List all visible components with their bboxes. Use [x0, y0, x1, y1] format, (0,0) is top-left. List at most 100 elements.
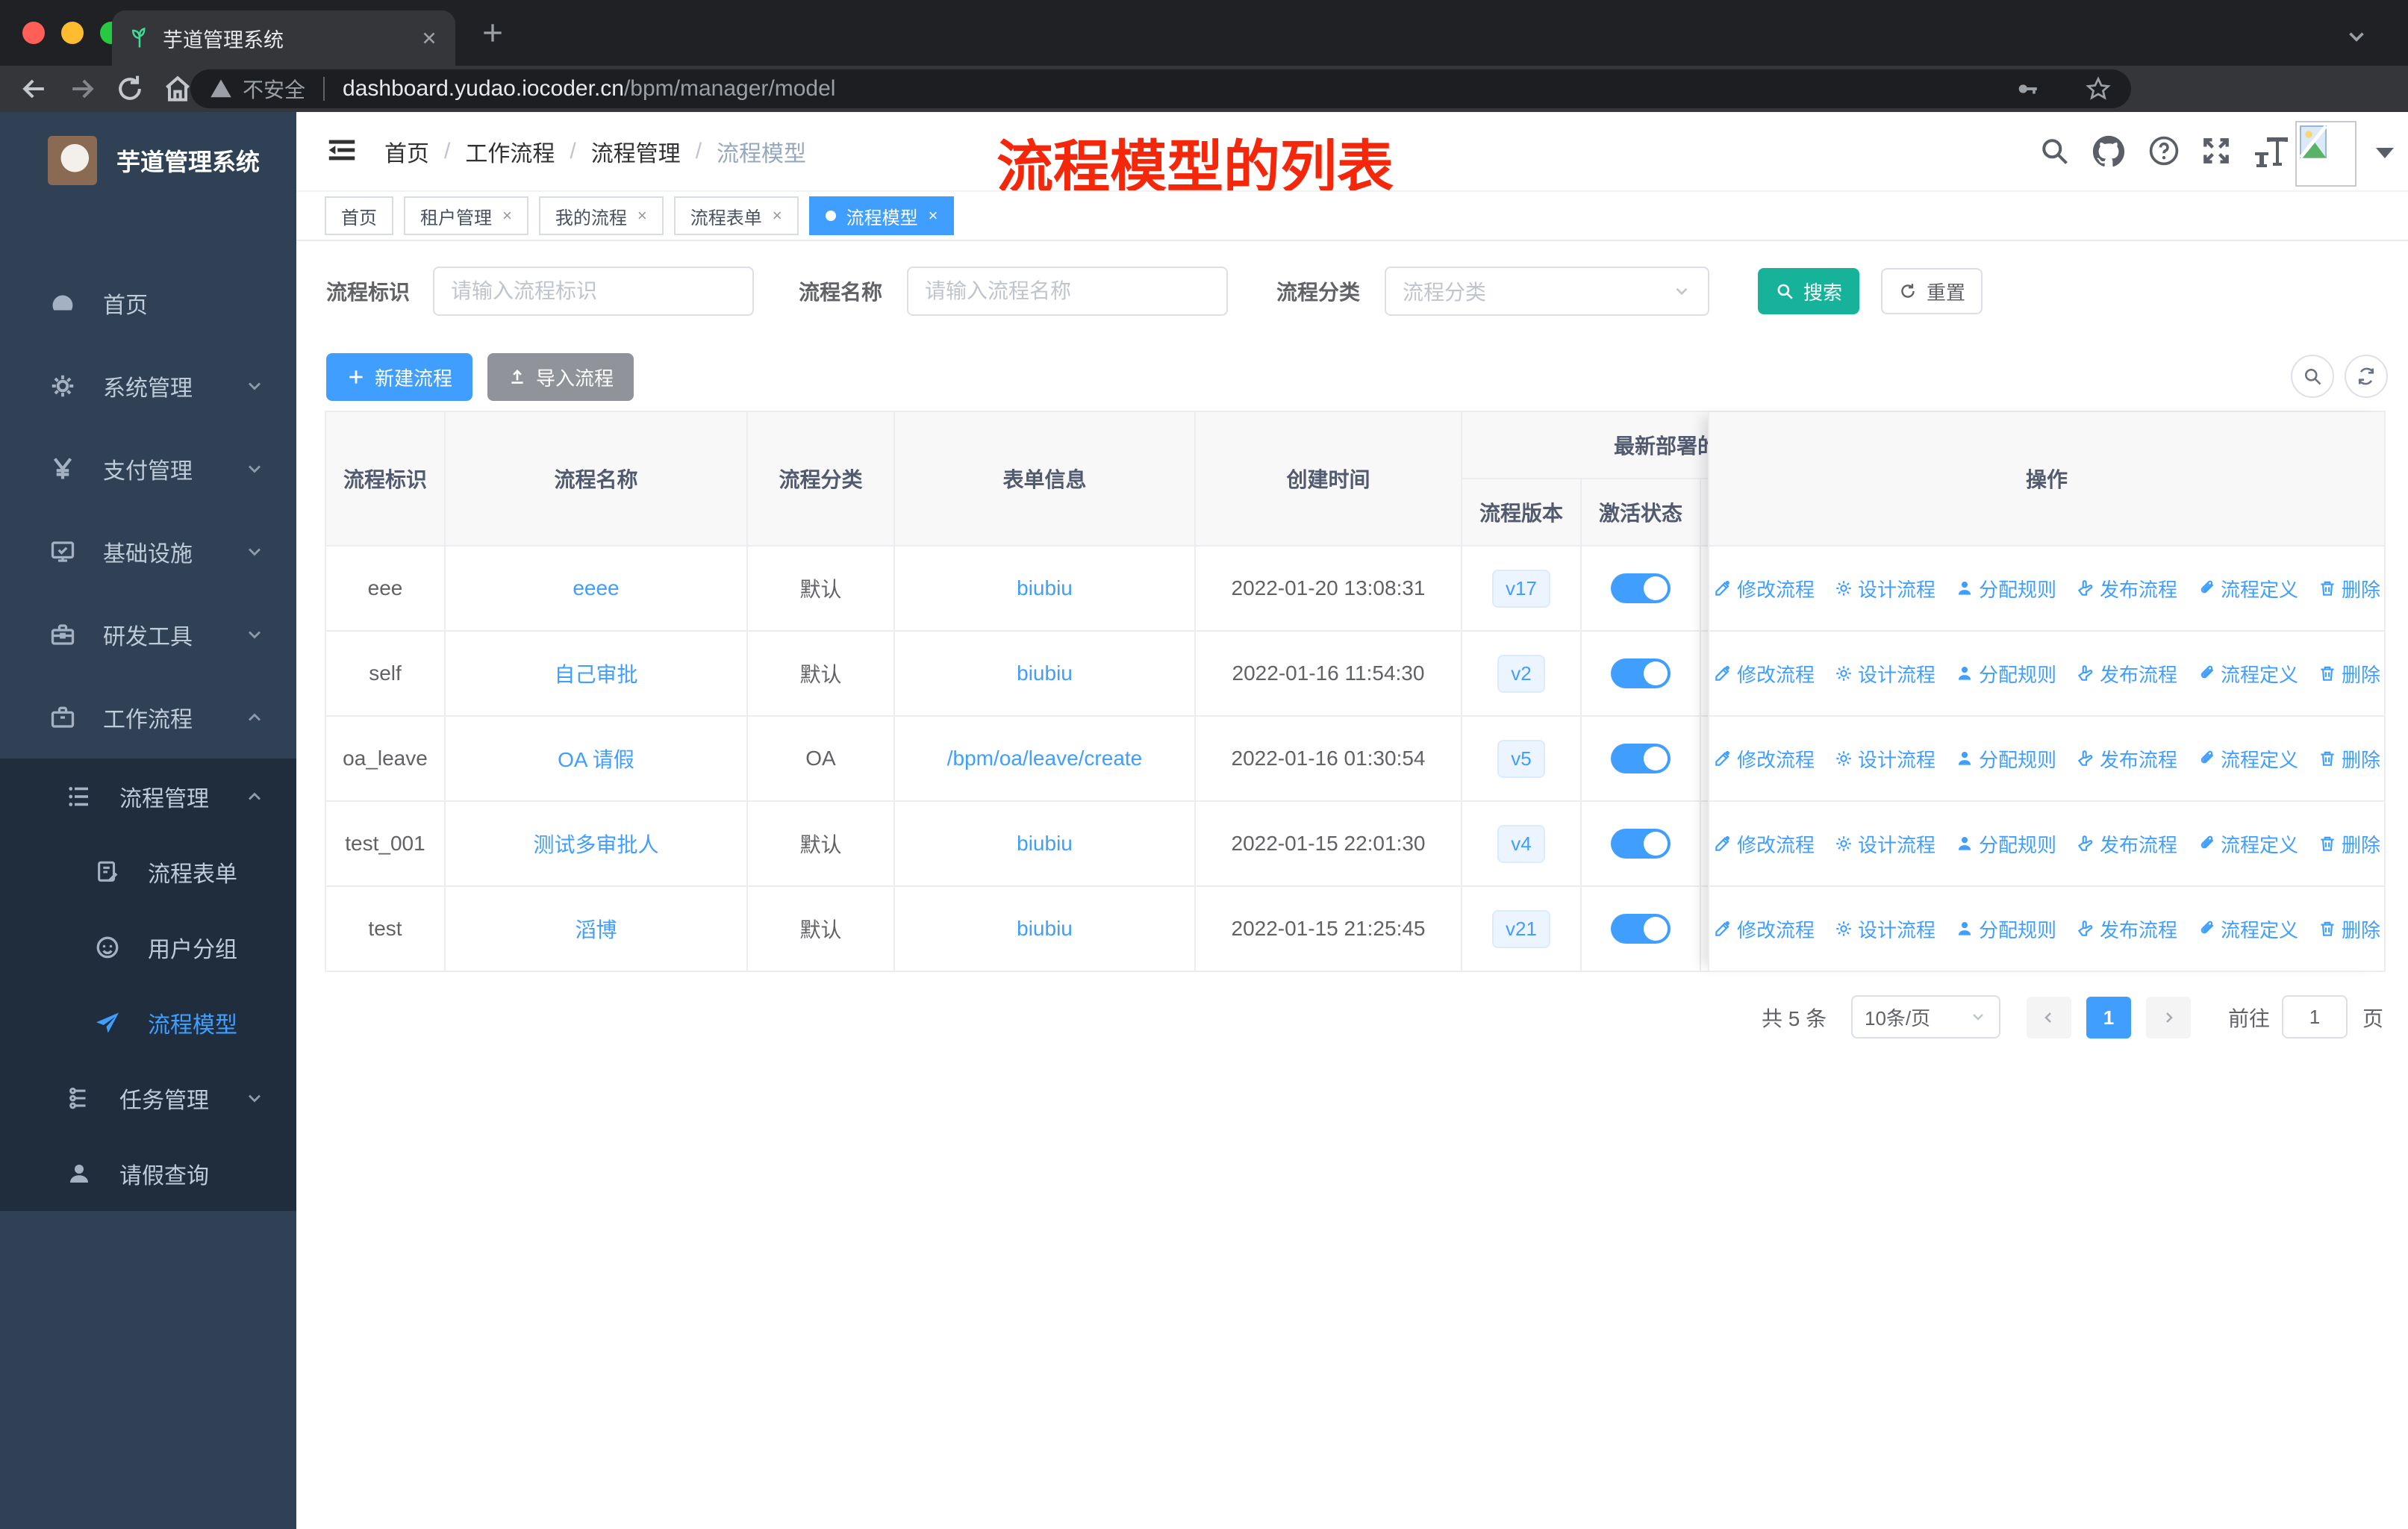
action-trash-link[interactable]: 删除 — [2318, 660, 2380, 688]
close-icon[interactable]: × — [773, 206, 782, 225]
create-model-button[interactable]: 新建流程 — [326, 353, 472, 401]
action-edit-link[interactable]: 修改流程 — [1713, 830, 1815, 858]
breadcrumb-item[interactable]: 首页 — [384, 135, 429, 168]
action-publish-link[interactable]: 发布流程 — [2076, 660, 2177, 688]
bookmark-star-icon[interactable] — [2085, 75, 2112, 102]
reset-button[interactable]: 重置 — [1881, 268, 1983, 314]
active-toggle[interactable] — [1611, 914, 1671, 944]
address-bar[interactable]: 不安全 dashboard.yudao.iocoder.cn/bpm/manag… — [190, 69, 2131, 108]
action-assign-link[interactable]: 分配规则 — [1955, 915, 2056, 943]
action-trash-link[interactable]: 删除 — [2318, 830, 2380, 858]
action-definition-link[interactable]: 流程定义 — [2197, 830, 2298, 858]
action-trash-link[interactable]: 删除 — [2318, 915, 2380, 943]
prev-page-button[interactable] — [2027, 997, 2071, 1038]
sidebar-item-toolbox[interactable]: 研发工具 — [0, 593, 296, 676]
minimize-window-button[interactable] — [61, 22, 84, 44]
action-edit-link[interactable]: 修改流程 — [1713, 660, 1815, 688]
page-size-select[interactable]: 10条/页 — [1851, 995, 2000, 1038]
breadcrumb-item[interactable]: 流程管理 — [591, 135, 681, 168]
github-icon[interactable] — [2092, 134, 2126, 169]
action-publish-link[interactable]: 发布流程 — [2076, 915, 2177, 943]
action-assign-link[interactable]: 分配规则 — [1955, 745, 2056, 773]
action-edit-link[interactable]: 修改流程 — [1713, 575, 1815, 602]
new-tab-button[interactable] — [478, 18, 508, 48]
back-icon[interactable] — [18, 72, 51, 105]
close-window-button[interactable] — [22, 22, 45, 44]
next-page-button[interactable] — [2146, 997, 2191, 1038]
action-design-link[interactable]: 设计流程 — [1834, 745, 1936, 773]
close-icon[interactable]: × — [637, 206, 647, 225]
form-info-link[interactable]: /bpm/oa/leave/create — [947, 747, 1143, 770]
view-tag[interactable]: 我的流程 × — [538, 196, 664, 235]
sidebar-item-yen[interactable]: 支付管理 — [0, 427, 296, 510]
browser-tab[interactable]: 芋道管理系统 — [112, 10, 455, 66]
sidebar-item-form[interactable]: 流程表单 — [0, 834, 296, 909]
avatar[interactable] — [2295, 121, 2356, 187]
sidebar-item-briefcase[interactable]: 工作流程 — [0, 676, 296, 759]
filter-id-input[interactable] — [433, 267, 754, 316]
security-label[interactable]: 不安全 — [243, 74, 305, 104]
action-design-link[interactable]: 设计流程 — [1834, 915, 1936, 943]
import-model-button[interactable]: 导入流程 — [487, 353, 634, 401]
model-name-link[interactable]: 自己审批 — [554, 658, 637, 688]
form-info-link[interactable]: biubiu — [1017, 832, 1073, 856]
action-design-link[interactable]: 设计流程 — [1834, 575, 1936, 602]
breadcrumb-item[interactable]: 工作流程 — [465, 135, 555, 168]
action-assign-link[interactable]: 分配规则 — [1955, 660, 2056, 688]
action-definition-link[interactable]: 流程定义 — [2197, 915, 2298, 943]
sidebar-item-send[interactable]: 流程模型 — [0, 985, 296, 1060]
action-edit-link[interactable]: 修改流程 — [1713, 745, 1815, 773]
action-trash-link[interactable]: 删除 — [2318, 745, 2380, 773]
filter-name-input[interactable] — [907, 267, 1228, 316]
action-assign-link[interactable]: 分配规则 — [1955, 830, 2056, 858]
sidebar-item-list[interactable]: 流程管理 — [0, 759, 296, 834]
action-assign-link[interactable]: 分配规则 — [1955, 575, 2056, 602]
fullscreen-icon[interactable] — [2200, 134, 2233, 167]
sidebar-item-dashboard[interactable]: 首页 — [0, 261, 296, 344]
view-tag[interactable]: 首页 — [325, 196, 393, 235]
active-toggle[interactable] — [1611, 573, 1671, 603]
close-icon[interactable]: × — [502, 206, 512, 225]
forward-icon[interactable] — [66, 72, 99, 105]
action-publish-link[interactable]: 发布流程 — [2076, 745, 2177, 773]
sidebar-item-monitor[interactable]: 基础设施 — [0, 510, 296, 593]
form-info-link[interactable]: biubiu — [1017, 576, 1073, 600]
active-toggle[interactable] — [1611, 744, 1671, 773]
view-tag[interactable]: 租户管理 × — [404, 196, 528, 235]
sidebar-item-group[interactable]: 用户分组 — [0, 909, 296, 985]
sidebar-item-user[interactable]: 请假查询 — [0, 1136, 296, 1211]
action-design-link[interactable]: 设计流程 — [1834, 830, 1936, 858]
tab-search-chevron-icon[interactable] — [2344, 24, 2369, 49]
action-publish-link[interactable]: 发布流程 — [2076, 830, 2177, 858]
sidebar-collapse-icon[interactable] — [325, 133, 359, 167]
action-definition-link[interactable]: 流程定义 — [2197, 575, 2298, 602]
action-trash-link[interactable]: 删除 — [2318, 575, 2380, 602]
current-page-button[interactable]: 1 — [2086, 997, 2131, 1038]
action-publish-link[interactable]: 发布流程 — [2076, 575, 2177, 602]
action-edit-link[interactable]: 修改流程 — [1713, 915, 1815, 943]
view-tag[interactable]: 流程模型 × — [808, 196, 955, 235]
active-toggle[interactable] — [1611, 829, 1671, 859]
key-icon[interactable] — [2015, 76, 2040, 102]
action-definition-link[interactable]: 流程定义 — [2197, 660, 2298, 688]
model-name-link[interactable]: 测试多审批人 — [533, 829, 658, 859]
help-icon[interactable] — [2147, 134, 2180, 167]
close-icon[interactable]: × — [929, 206, 938, 225]
model-name-link[interactable]: eeee — [573, 576, 619, 600]
table-refresh-button[interactable] — [2345, 355, 2388, 398]
view-tag[interactable]: 流程表单 × — [673, 196, 799, 235]
table-search-button[interactable] — [2291, 355, 2334, 398]
goto-page-input[interactable] — [2282, 995, 2348, 1038]
sidebar-item-gear[interactable]: 系统管理 — [0, 344, 296, 427]
search-icon[interactable] — [2038, 134, 2071, 167]
sidebar-item-tree[interactable]: 任务管理 — [0, 1060, 296, 1136]
reload-icon[interactable] — [113, 72, 146, 105]
avatar-caret-icon[interactable] — [2376, 148, 2394, 158]
font-size-icon[interactable] — [2252, 134, 2291, 167]
model-name-link[interactable]: OA 请假 — [558, 744, 634, 773]
tab-close-icon[interactable] — [419, 28, 439, 48]
form-info-link[interactable]: biubiu — [1017, 661, 1073, 685]
search-button[interactable]: 搜索 — [1758, 268, 1859, 314]
action-design-link[interactable]: 设计流程 — [1834, 660, 1936, 688]
filter-category-select[interactable]: 流程分类 — [1385, 267, 1709, 316]
